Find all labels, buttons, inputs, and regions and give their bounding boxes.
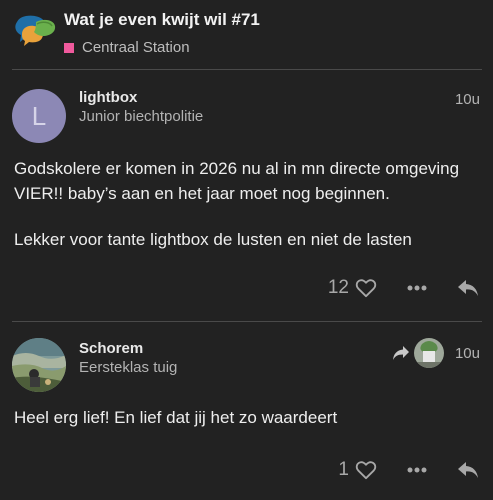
topic-title[interactable]: Wat je even kwijt wil #71 xyxy=(64,10,260,30)
like-count[interactable]: 1 xyxy=(338,459,349,481)
heart-icon[interactable] xyxy=(355,278,377,298)
user-title: Eersteklas tuig xyxy=(79,359,178,376)
avatar[interactable] xyxy=(12,338,66,392)
reply-arrow-icon xyxy=(392,345,410,361)
post-divider xyxy=(12,321,482,322)
post-body: Godskolere er komen in 2026 nu al in mn … xyxy=(14,156,484,273)
header-divider xyxy=(12,69,482,70)
topic-header: Wat je even kwijt wil #71 Centraal Stati… xyxy=(0,0,493,70)
speech-bubbles-logo-icon[interactable] xyxy=(12,12,58,54)
post-actions: 1 xyxy=(338,456,479,484)
username[interactable]: Schorem xyxy=(79,340,143,357)
avatar[interactable]: L xyxy=(12,89,66,143)
post-body: Heel erg lief! En lief dat jij het zo wa… xyxy=(14,405,484,451)
reply-to-avatar xyxy=(414,338,444,368)
like-count[interactable]: 12 xyxy=(328,277,349,299)
avatar-letter: L xyxy=(31,100,47,131)
user-title: Junior biechtpolitie xyxy=(79,108,204,125)
category-color-square xyxy=(64,42,74,53)
reply-to-indicator[interactable] xyxy=(392,338,444,368)
reply-icon[interactable] xyxy=(457,460,479,480)
username[interactable]: lightbox xyxy=(79,89,137,106)
reply-icon[interactable] xyxy=(457,278,479,298)
post-age[interactable]: 10u xyxy=(455,91,480,108)
category-badge[interactable]: Centraal Station xyxy=(64,39,190,56)
post-paragraph: Heel erg lief! En lief dat jij het zo wa… xyxy=(14,408,338,427)
category-label: Centraal Station xyxy=(82,39,190,56)
heart-icon[interactable] xyxy=(355,460,377,480)
more-dots-icon[interactable] xyxy=(407,285,427,291)
more-dots-icon[interactable] xyxy=(407,467,427,473)
post-paragraph: Lekker voor tante lightbox de lusten en … xyxy=(14,230,412,249)
post-actions: 12 xyxy=(328,274,479,302)
post-paragraph: Godskolere er komen in 2026 nu al in mn … xyxy=(14,159,460,203)
post-age[interactable]: 10u xyxy=(455,345,480,362)
